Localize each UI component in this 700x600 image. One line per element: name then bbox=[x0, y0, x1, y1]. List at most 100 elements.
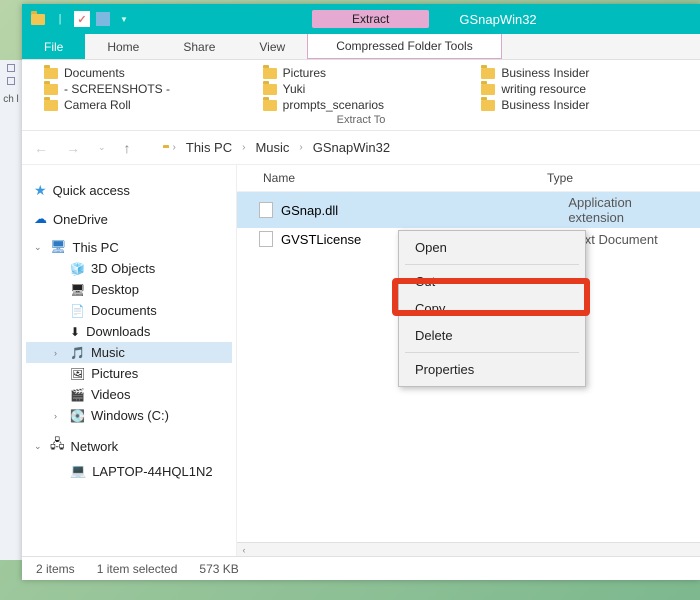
cloud-icon: ☁ bbox=[34, 211, 47, 227]
left-strip-text: ch l bbox=[0, 94, 22, 105]
breadcrumb-music[interactable]: Music bbox=[255, 140, 289, 155]
recent-dropdown-icon[interactable]: ⌄ bbox=[94, 140, 110, 155]
breadcrumb-current[interactable]: GSnapWin32 bbox=[313, 140, 390, 155]
tree-item[interactable]: 🖼Pictures bbox=[26, 363, 232, 384]
tree-network[interactable]: ⌄🖧Network bbox=[26, 432, 232, 460]
chevron-down-icon: ⌄ bbox=[34, 242, 44, 253]
tree-quick-access[interactable]: ★Quick access bbox=[26, 179, 232, 202]
extract-to-band: Documents Pictures Business Insider - SCREE… bbox=[22, 60, 700, 131]
contextual-tab-label: Extract bbox=[312, 10, 429, 28]
up-button[interactable]: ↑ bbox=[120, 138, 135, 158]
folder-icon bbox=[481, 100, 495, 111]
column-headers[interactable]: Name Type bbox=[237, 165, 700, 192]
tree-item[interactable]: 🧊 3D Objects bbox=[26, 258, 232, 279]
tree-item[interactable]: 📄Documents bbox=[26, 300, 232, 321]
folder-icon bbox=[481, 84, 495, 95]
tree-label: LAPTOP-44HQL1N2 bbox=[92, 464, 212, 479]
file-type: Application extension bbox=[568, 195, 690, 225]
breadcrumb-sep: › bbox=[173, 142, 176, 153]
extract-target-folder[interactable]: Yuki bbox=[263, 82, 472, 96]
pc-icon: 🖥 bbox=[50, 239, 67, 255]
folder-icon bbox=[263, 68, 277, 79]
tree-item-icon: 🧊 bbox=[70, 262, 85, 276]
chevron-right-icon: › bbox=[54, 348, 64, 358]
window-title: GSnapWin32 bbox=[459, 12, 536, 27]
extract-target-folder[interactable]: writing resource bbox=[481, 82, 690, 96]
tree-label: Quick access bbox=[53, 183, 130, 198]
folder-icon bbox=[481, 68, 495, 79]
tree-label: Windows (C:) bbox=[91, 408, 169, 423]
tree-item-icon: 🎵 bbox=[70, 346, 85, 360]
extract-target-folder[interactable]: Documents bbox=[44, 66, 253, 80]
nav-bar: ← → ⌄ ↑ › This PC › Music › GSnapWin32 bbox=[22, 131, 700, 165]
tab-share[interactable]: Share bbox=[161, 34, 237, 59]
tree-item[interactable]: ⬇ Downloads bbox=[26, 321, 232, 342]
horizontal-scrollbar[interactable]: ‹ bbox=[237, 542, 700, 556]
tab-file[interactable]: File bbox=[22, 34, 85, 59]
tree-item-icon: 💽 bbox=[70, 409, 85, 423]
back-button[interactable]: ← bbox=[30, 138, 52, 158]
file-name: GSnap.dll bbox=[281, 203, 560, 218]
extract-target-folder[interactable]: Camera Roll bbox=[44, 98, 253, 112]
extract-to-label: Extract To bbox=[32, 114, 690, 126]
tree-item-icon: 📄 bbox=[70, 304, 85, 318]
folder-label: prompts_scenarios bbox=[283, 98, 384, 112]
tree-label: Downloads bbox=[86, 324, 150, 339]
extract-target-folder[interactable]: - SCREENSHOTS - bbox=[44, 82, 253, 96]
chevron-right-icon: › bbox=[54, 411, 64, 421]
file-row[interactable]: GSnap.dll Application extension bbox=[237, 192, 700, 228]
tree-item-icon: 🖥 bbox=[70, 283, 85, 297]
col-name[interactable]: Name bbox=[247, 171, 547, 185]
breadcrumb-this-pc[interactable]: This PC bbox=[186, 140, 232, 155]
status-selection: 1 item selected bbox=[97, 562, 178, 576]
tree-onedrive[interactable]: ☁ OneDrive bbox=[26, 208, 232, 230]
tree-item-icon: ⬇ bbox=[70, 325, 80, 339]
menu-item-cut[interactable]: Cut bbox=[399, 268, 585, 295]
computer-icon: 💻 bbox=[70, 463, 86, 479]
tab-compressed-folder-tools[interactable]: Compressed Folder Tools bbox=[307, 34, 502, 59]
tree-item[interactable]: 💻 LAPTOP-44HQL1N2 bbox=[26, 460, 232, 482]
tree-item[interactable]: 🎬Videos bbox=[26, 384, 232, 405]
tree-item[interactable]: › 🎵 Music bbox=[26, 342, 232, 363]
nav-tree: ★Quick access ☁OneDrive ⌄🖥This PC 🧊3D Ob… bbox=[22, 165, 237, 556]
folder-icon bbox=[263, 84, 277, 95]
tree-label: OneDrive bbox=[53, 212, 108, 227]
status-bar: 2 items 1 item selected 573 KB bbox=[22, 556, 700, 580]
breadcrumb-sep: › bbox=[242, 142, 245, 153]
tree-item[interactable]: 🖥 Desktop bbox=[26, 279, 232, 300]
new-item-icon[interactable] bbox=[96, 12, 110, 26]
menu-item-copy[interactable]: Copy bbox=[399, 295, 585, 322]
menu-item-properties[interactable]: Properties bbox=[399, 356, 585, 383]
extract-target-folder[interactable]: Pictures bbox=[263, 66, 472, 80]
tab-view[interactable]: View bbox=[237, 34, 307, 59]
quick-access-toolbar: | ✓ ▼ bbox=[30, 11, 132, 27]
qat-dropdown-icon[interactable]: ▼ bbox=[116, 11, 132, 27]
file-icon bbox=[259, 231, 273, 247]
folder-label: Camera Roll bbox=[64, 98, 131, 112]
breadcrumb-sep: › bbox=[299, 142, 302, 153]
tree-this-pc[interactable]: ⌄🖥This PC bbox=[26, 236, 232, 258]
forward-button[interactable]: → bbox=[62, 138, 84, 158]
extract-target-folder[interactable]: prompts_scenarios bbox=[263, 98, 472, 112]
tree-item[interactable]: › 💽 Windows (C:) bbox=[26, 405, 232, 426]
tree-label: Network bbox=[71, 439, 119, 454]
extract-target-folder[interactable]: Business Insider bbox=[481, 66, 690, 80]
folder-label: Business Insider bbox=[501, 98, 589, 112]
menu-item-open[interactable]: Open bbox=[399, 234, 585, 261]
folder-label: Pictures bbox=[283, 66, 326, 80]
folder-icon bbox=[44, 68, 58, 79]
folder-label: writing resource bbox=[501, 82, 586, 96]
tree-label: Desktop bbox=[91, 282, 139, 297]
chevron-down-icon: ⌄ bbox=[34, 441, 44, 452]
tab-home[interactable]: Home bbox=[85, 34, 161, 59]
tree-item-icon: 🖼 bbox=[70, 367, 85, 381]
menu-item-delete[interactable]: Delete bbox=[399, 322, 585, 349]
scroll-left-icon[interactable]: ‹ bbox=[237, 545, 251, 555]
checkmark-icon[interactable]: ✓ bbox=[74, 11, 90, 27]
tree-label: 3D Objects bbox=[91, 261, 155, 276]
explorer-window: | ✓ ▼ Extract GSnapWin32 File Home Share… bbox=[22, 4, 700, 580]
ribbon-tabs: File Home Share View Compressed Folder T… bbox=[22, 34, 700, 60]
col-type[interactable]: Type bbox=[547, 171, 573, 185]
extract-target-folder[interactable]: Business Insider bbox=[481, 98, 690, 112]
tree-label: Music bbox=[91, 345, 125, 360]
